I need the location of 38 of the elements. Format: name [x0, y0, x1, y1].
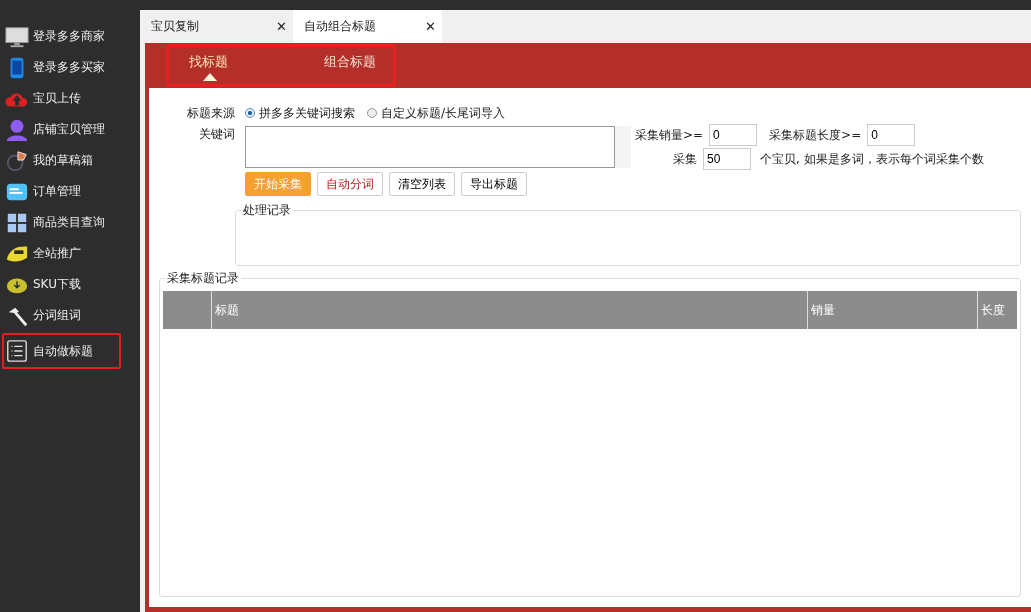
title-length-field[interactable]: 0 — [867, 124, 916, 146]
list-icon — [5, 339, 29, 363]
radio-option[interactable]: 拼多多关键词搜索 — [245, 104, 355, 122]
sidebar-item[interactable]: 商品类目查询 — [0, 207, 140, 238]
tab[interactable]: 自动组合标题 ✕ — [293, 10, 442, 43]
sub-tab[interactable]: 组合标题 — [324, 43, 459, 85]
sidebar-item[interactable]: 全站推广 — [0, 238, 140, 269]
sidebar-item[interactable]: 分词组词 — [0, 300, 140, 331]
sidebar-item[interactable]: 我的草稿箱 — [0, 145, 140, 176]
action-button[interactable]: 自动分词 — [317, 172, 383, 196]
field-label: 标题来源 — [186, 104, 236, 122]
close-icon[interactable]: ✕ — [425, 19, 436, 34]
monitor-icon — [5, 24, 29, 49]
sidebar-item[interactable]: SKU下载 — [0, 269, 140, 300]
sidebar-item[interactable]: 订单管理 — [0, 176, 140, 207]
sidebar-item[interactable]: 登录多多商家 — [0, 21, 140, 52]
field-label: 采集标题长度>= — [769, 126, 862, 144]
close-icon[interactable]: ✕ — [276, 19, 287, 34]
group-title: 处理记录 — [242, 202, 292, 219]
field-label: 采集销量>= — [635, 126, 704, 144]
collect-count-field[interactable]: 50 — [703, 148, 751, 170]
radio-option[interactable]: 自定义标题/长尾词导入 — [367, 104, 506, 122]
field-label: 采集 — [672, 150, 697, 168]
tab[interactable]: 宝贝复制 ✕ — [140, 10, 293, 43]
person-icon — [5, 117, 29, 142]
sidebar-item[interactable]: 店铺宝贝管理 — [0, 114, 140, 145]
action-button[interactable]: 清空列表 — [389, 172, 455, 196]
sidebar-item[interactable]: 登录多多买家 — [0, 52, 140, 83]
sales-field[interactable]: 0 — [709, 124, 758, 146]
scrollbar[interactable] — [615, 126, 631, 168]
action-button[interactable]: 导出标题 — [461, 172, 527, 196]
pie-chart-icon — [5, 148, 29, 173]
field-label: 关键词 — [198, 126, 236, 143]
keyword-field[interactable] — [245, 126, 615, 168]
group-title: 采集标题记录 — [166, 270, 240, 287]
sidebar-item[interactable]: 自动做标题 — [2, 333, 121, 369]
sidebar-item[interactable]: 宝贝上传 — [0, 83, 140, 114]
hint-text: 个宝贝, 如果是多词，表示每个词采集个数 — [760, 150, 984, 168]
